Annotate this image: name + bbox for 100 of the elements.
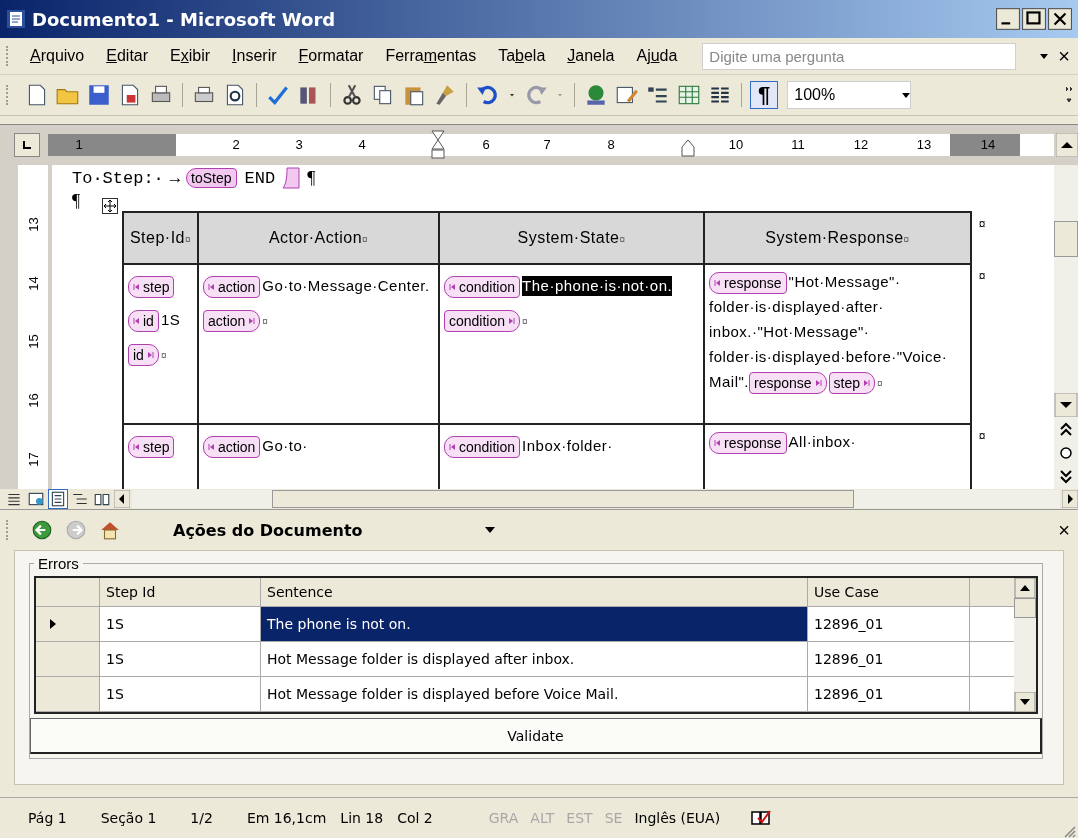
ruler-number: 8	[607, 137, 615, 152]
ruler-number: 13	[916, 137, 932, 152]
caret-icon[interactable]	[485, 527, 495, 533]
resize-grip-icon[interactable]	[1062, 824, 1076, 838]
ruler-number: 3	[295, 137, 303, 152]
cell-text: folder·is·displayed·after·	[709, 297, 884, 318]
cell-mark: ¤	[619, 234, 626, 245]
tag-label: step	[143, 438, 170, 458]
menu-item[interactable]: Janela	[556, 44, 626, 68]
ruler-number: 16	[25, 393, 41, 408]
menu-item[interactable]: Inserir	[221, 44, 288, 68]
move-handle-icon[interactable]	[102, 198, 119, 214]
cell-text: Go·to·	[262, 436, 308, 456]
grid-cell[interactable]: 1S	[100, 677, 261, 711]
vertical-scrollbar[interactable]	[1054, 165, 1078, 489]
maximize-icon[interactable]	[1022, 8, 1046, 30]
menu-item[interactable]: Ferramentas	[374, 44, 488, 68]
cell-text: All·inbox·	[788, 432, 857, 452]
close-button[interactable]: ×	[1058, 518, 1070, 542]
tag-arrow-icon	[247, 317, 256, 326]
ruler-number: 11	[791, 137, 805, 152]
print-view-icon[interactable]	[48, 489, 68, 509]
tag-arrow-icon	[449, 443, 457, 452]
tag-label: condition	[459, 438, 516, 458]
document-text: END	[244, 168, 276, 188]
group-label: Errors	[37, 555, 80, 572]
current-row-icon	[50, 619, 56, 629]
cell-mark: ¤	[262, 316, 269, 327]
paragraph-mark: ¶	[307, 167, 316, 189]
zoom-field[interactable]: 100%	[787, 81, 912, 109]
xml-end-tag	[281, 167, 302, 189]
save-icon[interactable]	[86, 82, 112, 108]
status-language[interactable]: Inglês (EUA)	[634, 810, 721, 826]
ruler-number: 1	[75, 137, 83, 152]
status-field: Col 2	[397, 810, 433, 826]
cell-mark: ¤	[362, 234, 369, 245]
window-title: Documento1 - Microsoft Word	[32, 8, 336, 30]
menu-item[interactable]: Arquivo	[19, 44, 96, 68]
tag-label: id	[143, 312, 154, 332]
scroll-up-icon[interactable]	[1014, 578, 1036, 598]
grid-cell[interactable]: 12896_01	[808, 677, 970, 711]
spelling-status-icon[interactable]	[750, 809, 773, 827]
close-icon[interactable]	[1048, 8, 1072, 30]
caret-icon[interactable]	[1040, 53, 1049, 59]
cell-text: 1	[160, 310, 170, 330]
ruler-number: 7	[543, 137, 551, 152]
scroll-thumb[interactable]	[1054, 221, 1078, 257]
back-icon[interactable]	[31, 519, 53, 541]
tag-arrow-icon	[449, 283, 457, 292]
left-tab-icon	[22, 140, 32, 150]
scroll-down-icon[interactable]	[1054, 393, 1078, 417]
tag-arrow-icon	[133, 283, 141, 292]
tag-arrow-icon	[208, 443, 216, 452]
show-marks-button[interactable]: ¶	[750, 81, 779, 109]
grid-cell[interactable]: Hot Message folder is displayed before Voice Mail.	[261, 677, 808, 711]
menu-item[interactable]: Ajuda	[625, 44, 689, 68]
tag-label: step	[143, 278, 170, 298]
task-pane-title[interactable]: Ações do Documento	[173, 520, 473, 540]
scroll-left-icon[interactable]	[114, 490, 130, 508]
indent-marker-icon[interactable]	[681, 137, 695, 157]
horizontal-scrollbar[interactable]	[132, 490, 1060, 508]
tag-label: action	[208, 312, 246, 332]
status-field: Seção 1	[100, 810, 157, 826]
scroll-down-icon[interactable]	[1014, 692, 1036, 712]
grid-cell[interactable]: 1S	[100, 642, 261, 676]
menu-item[interactable]: Editar	[95, 44, 160, 68]
tag-label: response	[724, 434, 782, 454]
tag-label: condition	[459, 278, 516, 298]
cell-text: Inbox·folder·	[522, 436, 613, 456]
document-text: To·Step:·	[72, 168, 164, 188]
tag-arrow-icon	[813, 379, 822, 388]
scroll-up-icon[interactable]	[1056, 133, 1078, 157]
grid-cell[interactable]: The phone is not on.	[261, 607, 808, 641]
tab-selector-button[interactable]	[14, 133, 40, 157]
ruler-number: 4	[358, 137, 366, 152]
cell-mark: ¤	[522, 316, 529, 327]
menu-item[interactable]: Exibir	[159, 44, 222, 68]
menu-item[interactable]: Tabela	[487, 44, 557, 68]
grid-cell[interactable]: Hot Message folder is displayed after inbox.	[261, 642, 808, 676]
indent-marker-icon[interactable]	[431, 130, 445, 160]
grid-scrollbar[interactable]	[1014, 578, 1036, 712]
close-button[interactable]: ×	[1058, 44, 1070, 68]
caret-icon[interactable]	[902, 92, 911, 98]
cell-text: inbox.·"Hot·Message"·	[709, 322, 870, 343]
minimize-icon[interactable]	[996, 8, 1020, 30]
tag-label: id	[133, 346, 144, 366]
header-text: Actor·Action	[268, 229, 363, 246]
cell-text: Mail".	[709, 372, 749, 393]
grid-cell[interactable]: 12896_01	[808, 642, 970, 676]
ruler-number: 10	[728, 137, 744, 152]
tag-label: toStep	[191, 169, 232, 187]
header-text: Step·Id	[129, 229, 185, 246]
grid-cell[interactable]: 12896_01	[808, 607, 970, 641]
scroll-right-icon[interactable]	[1062, 490, 1078, 508]
validate-button[interactable]: Validate	[30, 718, 1042, 754]
menu-item[interactable]: Formatar	[287, 44, 375, 68]
help-search-field[interactable]: Digite uma pergunta	[702, 42, 1017, 70]
cell-text: S	[169, 310, 181, 330]
scroll-thumb[interactable]	[1014, 598, 1036, 618]
scroll-thumb[interactable]	[272, 490, 854, 508]
